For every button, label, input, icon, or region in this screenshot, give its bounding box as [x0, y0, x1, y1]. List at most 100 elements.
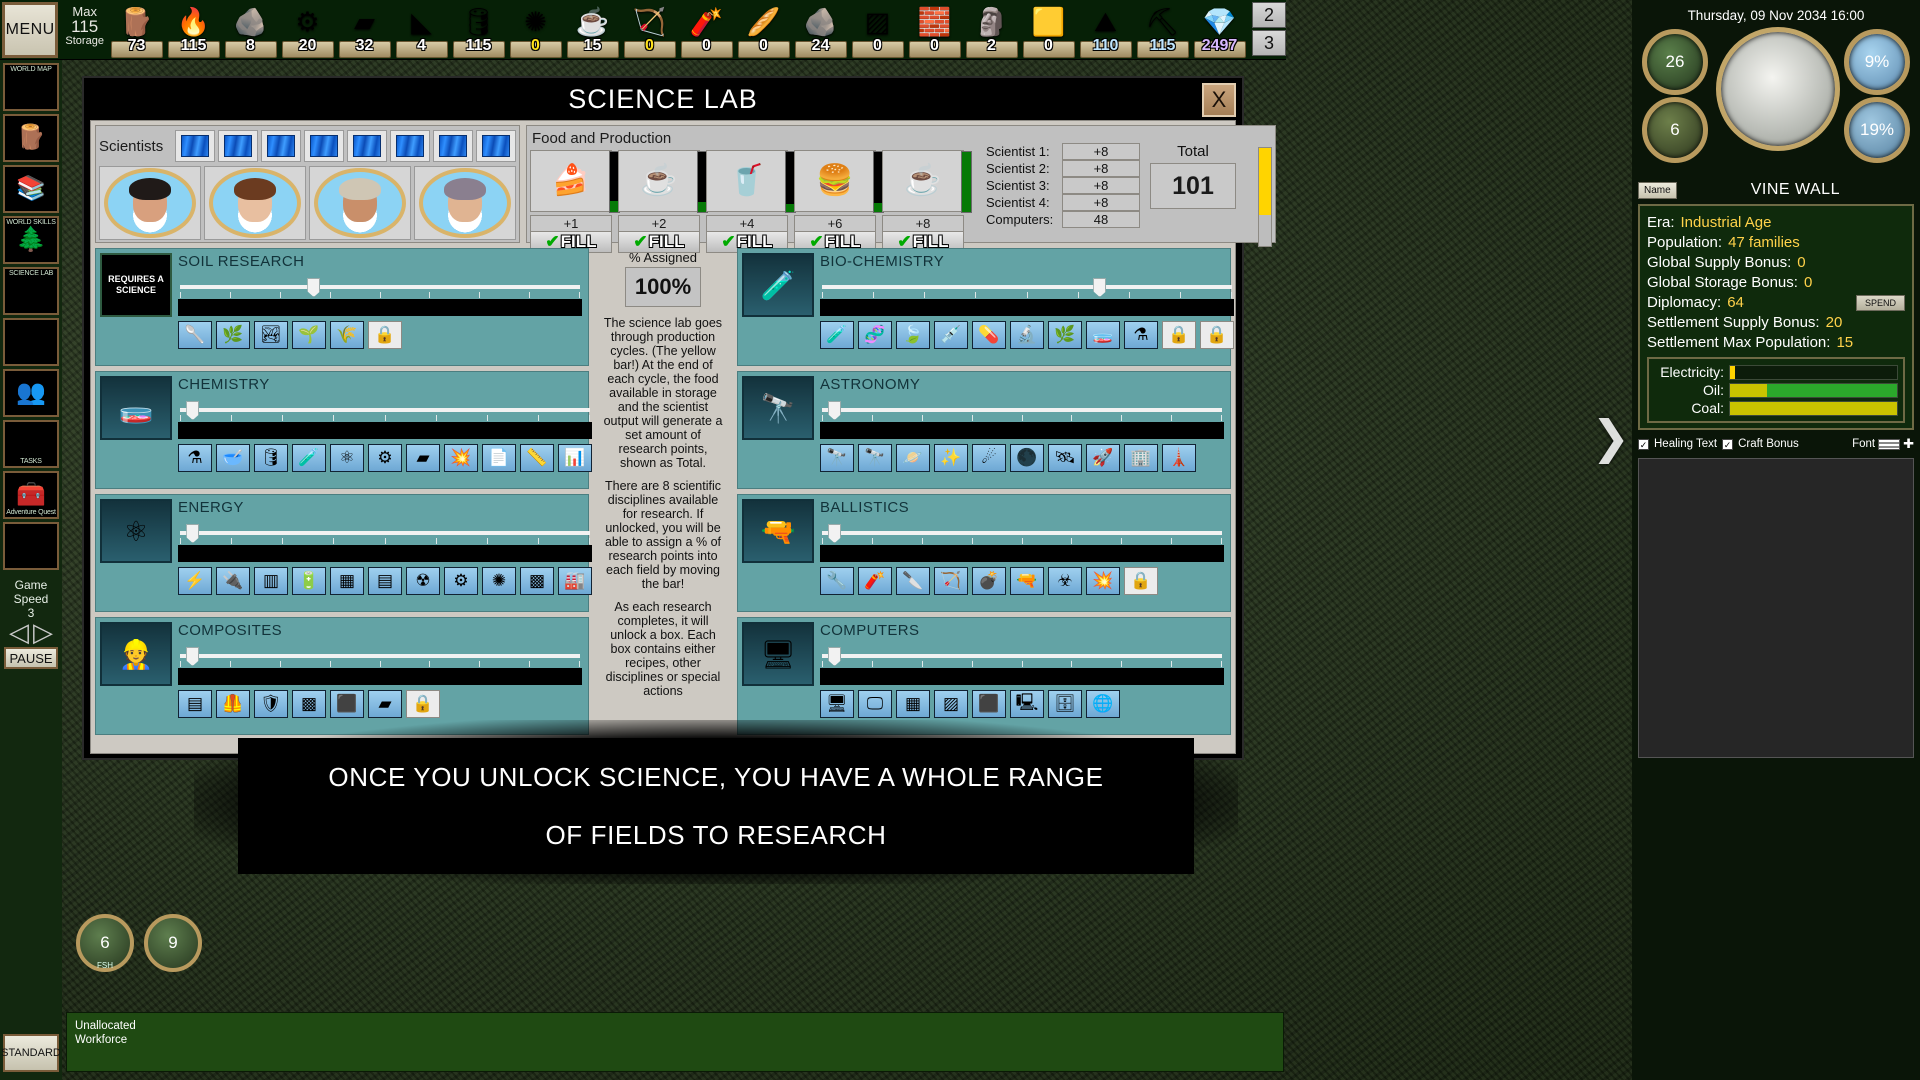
menu-button[interactable]: MENU	[2, 2, 58, 58]
sidebar-item-tasks[interactable]: TASKS✔	[3, 420, 59, 468]
scientist-1[interactable]	[99, 166, 201, 240]
discipline-thumbnail[interactable]: 🔫	[742, 499, 814, 563]
item-vest[interactable]: 🦺	[216, 690, 250, 718]
resource-oil-barrel[interactable]: 🛢115	[450, 0, 507, 58]
sidebar-item-library[interactable]: 📚	[3, 165, 59, 213]
item-satellite[interactable]: 🛰	[1048, 444, 1082, 472]
item-atom[interactable]: ⚛	[330, 444, 364, 472]
computer-chip-6[interactable]	[390, 130, 430, 162]
computer-chip-1[interactable]	[175, 130, 215, 162]
computer-chip-8[interactable]	[476, 130, 516, 162]
sidebar-item-atom[interactable]: ⚛	[3, 318, 59, 366]
food-box[interactable]: 🥤	[706, 150, 788, 212]
temperature-orb[interactable]: 26	[1642, 29, 1708, 95]
item-seedling[interactable]: 🌱	[292, 321, 326, 349]
water-circle[interactable]: 9	[144, 914, 202, 972]
item-pill[interactable]: 💊	[972, 321, 1006, 349]
item-beaker[interactable]: ⚗	[1124, 321, 1158, 349]
resource-ore[interactable]: ⛰110	[1077, 0, 1134, 58]
item-telescope-2[interactable]: 🔭	[858, 444, 892, 472]
sidebar-item-worldmap[interactable]: WORLD MAP🗺	[3, 63, 59, 111]
allocation-slider[interactable]	[820, 522, 1224, 542]
resource-bread[interactable]: 🥖0	[735, 0, 792, 58]
item-tube[interactable]: ⬛	[330, 690, 364, 718]
item-gun[interactable]: 🔫	[1010, 567, 1044, 595]
message-log-panel[interactable]	[1638, 458, 1914, 758]
lock-icon[interactable]: 🔒	[406, 690, 440, 718]
sidebar-item-science[interactable]: SCIENCE LAB⚗	[3, 267, 59, 315]
item-plant[interactable]: 🌿	[216, 321, 250, 349]
sidebar-item-people[interactable]: 👥	[3, 369, 59, 417]
item-bolt[interactable]: ⚡	[178, 567, 212, 595]
item-weave[interactable]: ▩	[292, 690, 326, 718]
item-chip[interactable]: ▦	[896, 690, 930, 718]
item-vial[interactable]: 🧫	[1086, 321, 1120, 349]
food-box[interactable]: ☕	[618, 150, 700, 212]
item-field[interactable]: 🏞	[254, 321, 288, 349]
item-apparatus[interactable]: ⚗	[178, 444, 212, 472]
close-icon[interactable]: X	[1202, 83, 1236, 117]
item-comet[interactable]: ☄	[972, 444, 1006, 472]
craft-bonus-checkbox[interactable]: ✓	[1722, 439, 1733, 450]
item-leaf[interactable]: 🍃	[896, 321, 930, 349]
pop-box-2[interactable]: 3	[1252, 30, 1286, 56]
resource-machinery[interactable]: ⚙20	[279, 0, 336, 58]
item-meteor[interactable]: 🌑	[1010, 444, 1044, 472]
lock-icon[interactable]: 🔒	[368, 321, 402, 349]
item-stars[interactable]: ✨	[934, 444, 968, 472]
resource-copper[interactable]: 🧱0	[906, 0, 963, 58]
lock-icon[interactable]: 🔒	[1200, 321, 1234, 349]
speed-increase-icon[interactable]: ▷	[33, 621, 53, 643]
sidebar-item-mining[interactable]: ⛏	[3, 522, 59, 570]
item-network[interactable]: 🌐	[1086, 690, 1120, 718]
healing-text-checkbox[interactable]: ✓	[1638, 439, 1649, 450]
item-reaction[interactable]: 💥	[444, 444, 478, 472]
item-turbine[interactable]: ✺	[482, 567, 516, 595]
wind-orb[interactable]: 19%	[1844, 97, 1910, 163]
item-planet[interactable]: 🪐	[896, 444, 930, 472]
discipline-thumbnail[interactable]: 🧫	[100, 376, 172, 440]
item-panel[interactable]: ▥	[254, 567, 288, 595]
item-screen[interactable]: 🖳	[1010, 690, 1044, 718]
item-mortar[interactable]: 🥣	[216, 444, 250, 472]
item-flask[interactable]: 🧪	[820, 321, 854, 349]
resource-granite[interactable]: 🗿2	[963, 0, 1020, 58]
item-observatory[interactable]: 🗼	[1162, 444, 1196, 472]
rain-orb[interactable]: 9%	[1844, 29, 1910, 95]
spend-button[interactable]: SPEND	[1856, 295, 1905, 311]
item-plate[interactable]: ▰	[368, 690, 402, 718]
item-chart[interactable]: 📊	[558, 444, 592, 472]
item-reactor[interactable]: ⚙	[444, 567, 478, 595]
speed-decrease-icon[interactable]: ◁	[9, 621, 29, 643]
font-increase-icon[interactable]: ✚	[1903, 436, 1914, 452]
item-cannon[interactable]: 💣	[972, 567, 1006, 595]
discipline-thumbnail[interactable]: 🧪	[742, 253, 814, 317]
sidebar-item-worldskills[interactable]: WORLD SKILLS🌲	[3, 216, 59, 264]
discipline-thumbnail[interactable]: 🖥	[742, 622, 814, 686]
allocation-slider[interactable]	[820, 399, 1224, 419]
resource-windmill[interactable]: ✺0	[507, 0, 564, 58]
pop-box-1[interactable]: 2	[1252, 2, 1286, 28]
resource-fire[interactable]: 🔥115	[165, 0, 222, 58]
resource-stone[interactable]: 🪨24	[792, 0, 849, 58]
item-circuit[interactable]: ▦	[330, 567, 364, 595]
item-tool[interactable]: 🔧	[820, 567, 854, 595]
item-tube[interactable]: 🧪	[292, 444, 326, 472]
allocation-slider[interactable]	[178, 645, 582, 665]
lock-icon[interactable]: 🔒	[1162, 321, 1196, 349]
item-molecule[interactable]: 🧬	[858, 321, 892, 349]
item-microscope[interactable]: 🔬	[1010, 321, 1044, 349]
food-box[interactable]: 🍔	[794, 150, 876, 212]
item-battery[interactable]: 🔋	[292, 567, 326, 595]
unallocated-workforce-panel[interactable]: Unallocated Workforce	[66, 1012, 1284, 1072]
item-fiber[interactable]: ▤	[178, 690, 212, 718]
item-spade[interactable]: 🥄	[178, 321, 212, 349]
computer-chip-4[interactable]	[304, 130, 344, 162]
item-barrel[interactable]: 🛢	[254, 444, 288, 472]
item-syringe[interactable]: 💉	[934, 321, 968, 349]
resource-arrow[interactable]: 🏹0	[621, 0, 678, 58]
item-herb[interactable]: 🌿	[1048, 321, 1082, 349]
font-slider-icon[interactable]	[1878, 439, 1900, 450]
item-telescope-1[interactable]: 🔭	[820, 444, 854, 472]
allocation-slider[interactable]	[820, 276, 1234, 296]
